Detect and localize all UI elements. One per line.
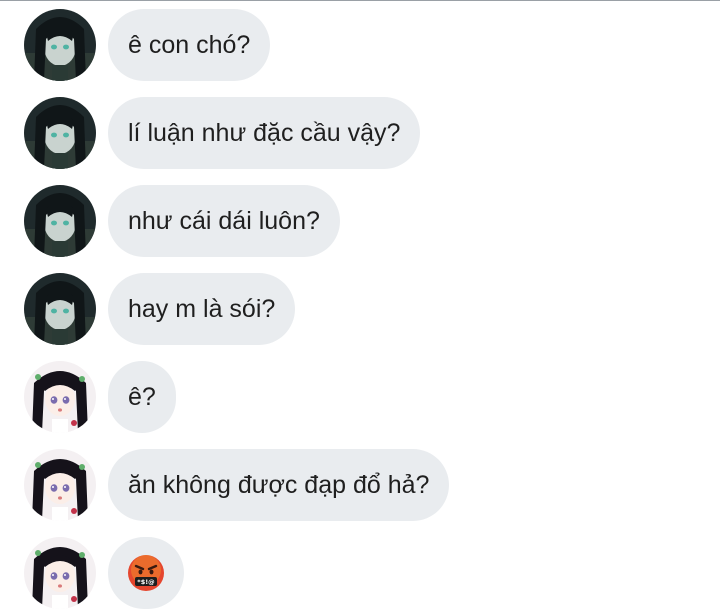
girl-avatar-icon [24, 361, 96, 433]
message-row: lí luận như đặc cầu vậy? [24, 97, 421, 169]
message-bubble[interactable]: lí luận như đặc cầu vậy? [108, 97, 421, 169]
avatar[interactable] [24, 449, 96, 521]
avatar[interactable] [24, 185, 96, 257]
message-bubble[interactable]: ê? [108, 361, 176, 433]
message-text: ăn không được đạp đổ hả? [128, 470, 430, 499]
message-bubble[interactable]: ăn không được đạp đổ hả? [108, 449, 450, 521]
avatar[interactable] [24, 361, 96, 433]
avatar[interactable] [24, 273, 96, 345]
message-row: hay m là sói? [24, 273, 296, 345]
message-text: ê con chó? [128, 30, 251, 59]
message-text: lí luận như đặc cầu vậy? [128, 118, 401, 147]
avatar[interactable] [24, 537, 96, 609]
girl-avatar-icon [24, 537, 96, 609]
message-row: ăn không được đạp đổ hả? [24, 449, 450, 521]
angry-cursing-face-emoji-icon: *$!@ [128, 555, 164, 591]
message-text: như cái dái luôn? [128, 206, 320, 235]
svg-text:*$!@: *$!@ [137, 578, 155, 586]
girl-avatar-icon [24, 449, 96, 521]
avatar[interactable] [24, 97, 96, 169]
message-text: ê? [128, 382, 156, 411]
dark-hair-avatar-icon [24, 97, 96, 169]
message-bubble[interactable]: ê con chó? [108, 9, 271, 81]
dark-hair-avatar-icon [24, 273, 96, 345]
message-row: ê con chó? [24, 9, 271, 81]
dark-hair-avatar-icon [24, 9, 96, 81]
message-row: như cái dái luôn? [24, 185, 340, 257]
message-thread: ê con chó? lí luận như đặc cầu vậy? như … [0, 0, 720, 612]
avatar[interactable] [24, 9, 96, 81]
message-bubble[interactable]: hay m là sói? [108, 273, 296, 345]
message-row: ê? [24, 361, 176, 433]
message-text: hay m là sói? [128, 294, 276, 323]
dark-hair-avatar-icon [24, 185, 96, 257]
message-bubble[interactable]: *$!@ [108, 537, 184, 609]
message-row: *$!@ [24, 537, 184, 609]
message-bubble[interactable]: như cái dái luôn? [108, 185, 340, 257]
